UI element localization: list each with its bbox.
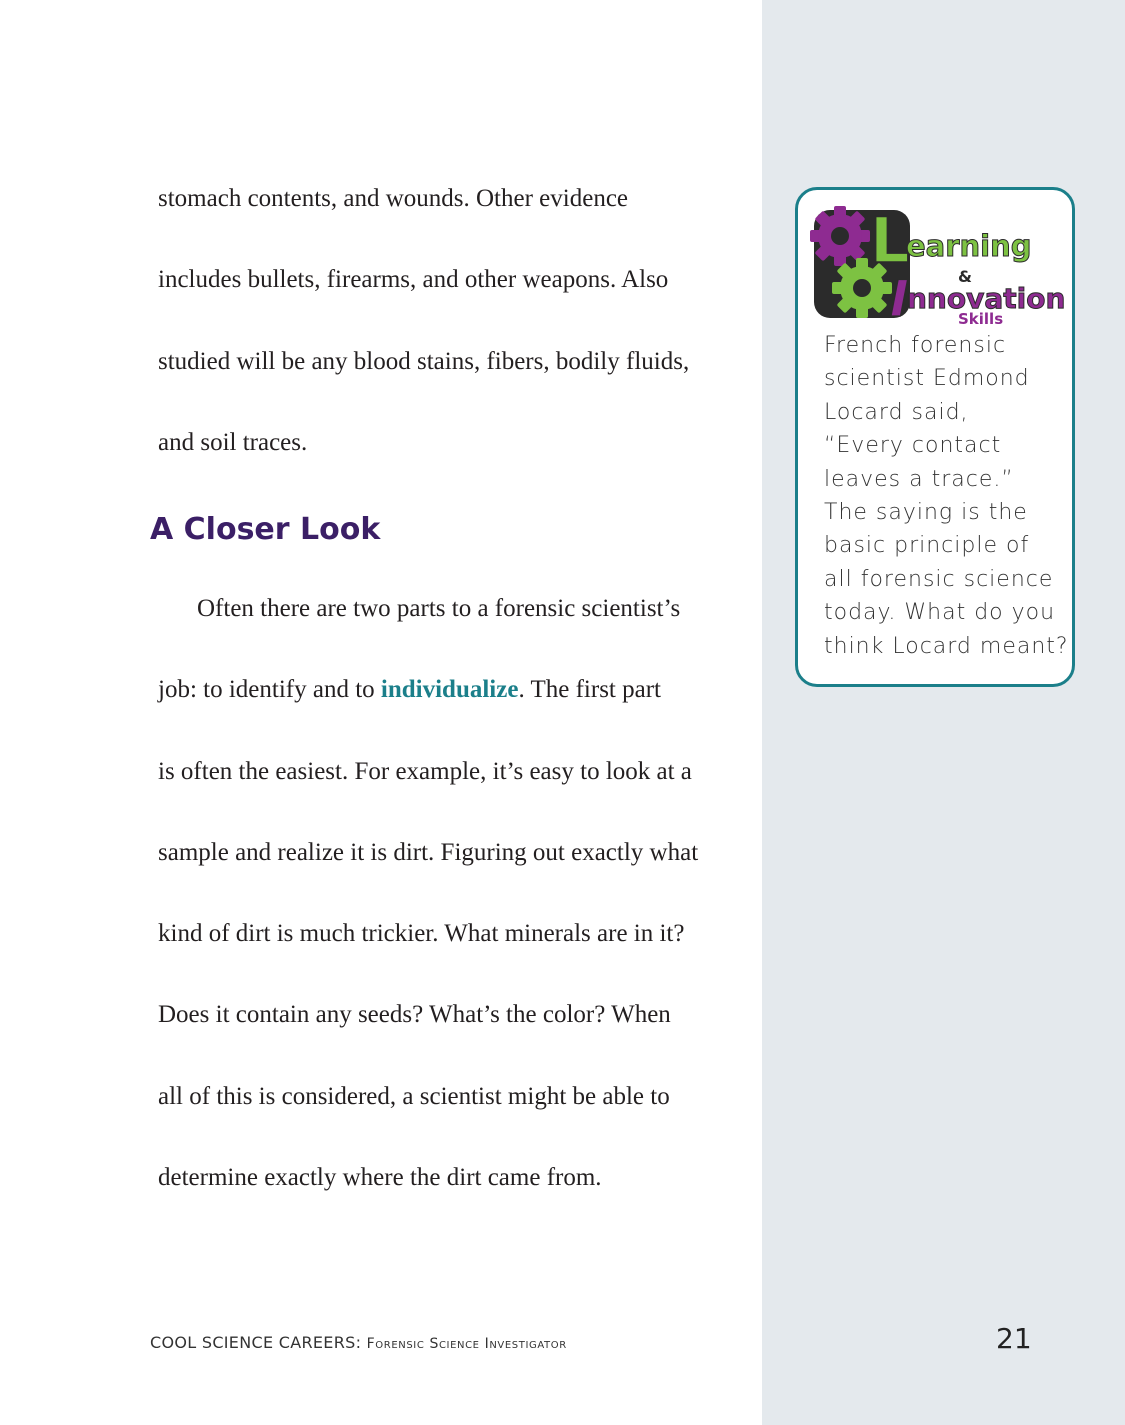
logo-letter-i: I bbox=[890, 270, 909, 325]
running-footer: COOL SCIENCE CAREERS: Forensic Science I… bbox=[150, 1333, 567, 1352]
callout-line: basic principle of bbox=[824, 533, 1030, 559]
section-heading: A Closer Look bbox=[150, 512, 381, 547]
callout-line: “Every contact bbox=[824, 433, 1002, 459]
body-line: Often there are two parts to a forensic … bbox=[197, 595, 681, 622]
learning-innovation-logo: L earning & I nnovation Skills bbox=[810, 203, 1066, 325]
body-line: includes bullets, firearms, and other we… bbox=[158, 266, 669, 293]
footer-book-title: Forensic Science Investigator bbox=[367, 1336, 567, 1352]
text-span: . The first part bbox=[518, 676, 661, 703]
callout-line: today. What do you bbox=[824, 600, 1056, 626]
body-line: stomach contents, and wounds. Other evid… bbox=[158, 185, 629, 212]
body-line: kind of dirt is much trickier. What mine… bbox=[158, 920, 685, 947]
callout-line: all forensic science bbox=[824, 566, 1054, 592]
logo-word-skills: Skills bbox=[958, 310, 1003, 325]
body-line: Does it contain any seeds? What’s the co… bbox=[158, 1001, 671, 1028]
body-line: is often the easiest. For example, it’s … bbox=[158, 758, 692, 785]
footer-series: COOL SCIENCE CAREERS: bbox=[150, 1333, 367, 1352]
callout-line: leaves a trace.” bbox=[824, 466, 1014, 492]
glossary-keyword: individualize bbox=[380, 676, 519, 703]
footer-book-title-text: Forensic Science Investigator bbox=[366, 1336, 567, 1352]
callout-text: French forensic scientist Edmond Locard … bbox=[824, 329, 1074, 663]
body-line: and soil traces. bbox=[158, 429, 308, 456]
callout-line: Locard said, bbox=[824, 399, 969, 425]
body-line: all of this is considered, a scientist m… bbox=[158, 1083, 670, 1110]
body-line-keyword: job: to identify and to individualize. T… bbox=[158, 675, 661, 705]
body-line: studied will be any blood stains, fibers… bbox=[158, 348, 690, 375]
text-span: job: to identify and to bbox=[158, 676, 381, 703]
callout-line: French forensic bbox=[824, 333, 1007, 358]
callout-line: The saying is the bbox=[824, 500, 1028, 526]
purple-gear-icon bbox=[810, 206, 870, 266]
page-number: 21 bbox=[996, 1322, 1032, 1355]
body-line: determine exactly where the dirt came fr… bbox=[158, 1164, 602, 1191]
logo-letter-l: L bbox=[870, 204, 910, 277]
callout-line: think Locard meant? bbox=[824, 633, 1069, 659]
logo-word-learning: earning bbox=[906, 229, 1032, 263]
callout-line: scientist Edmond bbox=[824, 366, 1030, 392]
body-line: sample and realize it is dirt. Figuring … bbox=[158, 839, 699, 866]
learning-innovation-callout: L earning & I nnovation Skills French fo… bbox=[795, 187, 1075, 687]
